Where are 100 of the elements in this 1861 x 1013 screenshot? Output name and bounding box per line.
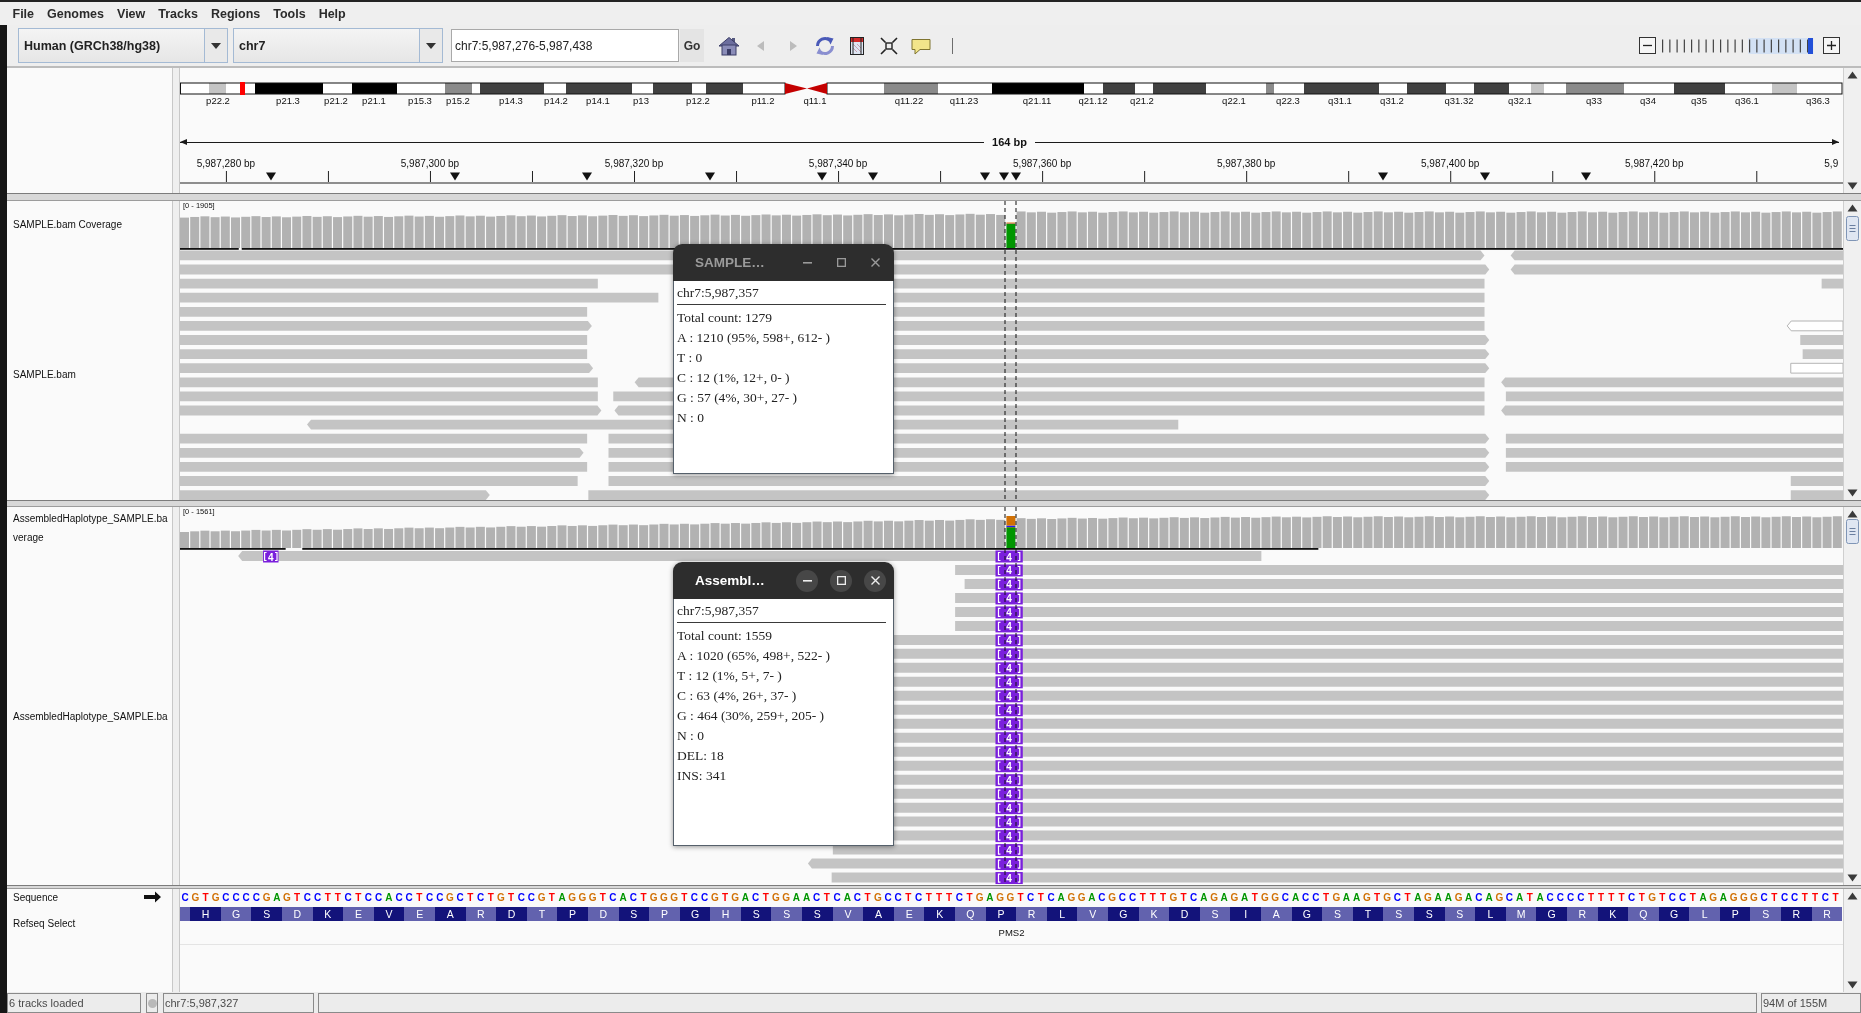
span-label: 164 bp	[991, 136, 1028, 148]
band-label: q31.2	[1380, 95, 1404, 107]
vertical-scrollbar[interactable]	[1843, 201, 1861, 500]
insertion-marker: 4	[995, 830, 1023, 843]
band-label: q11.22	[894, 95, 924, 107]
insertion-marker: 4	[995, 872, 1023, 885]
triangle-marker-icon	[582, 172, 592, 181]
ruler-label: 5,987,340 bp	[808, 158, 868, 170]
triangle-marker-icon	[450, 172, 460, 181]
triangle-marker-icon	[1378, 172, 1388, 181]
zoom-in-icon[interactable]	[1823, 37, 1840, 54]
scroll-down-icon[interactable]	[1847, 182, 1858, 190]
band-label: p11.2	[751, 95, 775, 107]
scroll-up-icon[interactable]	[1847, 71, 1858, 79]
popup-line: Total count: 1279	[677, 309, 774, 327]
chromosome-dropdown[interactable]: chr7	[233, 28, 443, 63]
maximize-icon	[836, 258, 846, 267]
insertion-marker: 4	[995, 620, 1023, 633]
window-title: SAMPLE…	[695, 255, 766, 270]
scroll-thumb[interactable]	[1846, 216, 1859, 241]
popup-locus: chr7:5,987,357	[677, 284, 760, 302]
band-label: p15.2	[446, 95, 470, 107]
insertion-marker: 4	[995, 676, 1023, 689]
amino-acid-track: H G S D K E V E A R D T P D S P G H S S S V A E K Q P R L V G K D S I A G S T S S S L M G R K Q G L P S R R	[180, 907, 1843, 921]
popup-line: C : 63 (4%, 26+, 37- )	[677, 687, 798, 705]
insertion-marker: 4	[995, 550, 1023, 563]
locus-field[interactable]: chr7:5,987,276-5,987,438	[451, 29, 679, 62]
triangle-marker-icon	[999, 172, 1009, 181]
band-label: q36.1	[1735, 95, 1759, 107]
vertical-scrollbar[interactable]	[1843, 68, 1861, 193]
insertion-marker: 4	[995, 788, 1023, 801]
band-label: q11.23	[949, 95, 979, 107]
band-label: q36.3	[1806, 95, 1830, 107]
insertion-marker: 4	[263, 550, 279, 563]
ruler-label: 5,987,360 bp	[1012, 158, 1072, 170]
insertion-marker: 4	[995, 844, 1023, 857]
scroll-down-icon[interactable]	[1847, 489, 1858, 497]
scroll-up-icon[interactable]	[1847, 892, 1858, 900]
band-label: q33	[1586, 95, 1602, 107]
track-name: SAMPLE.bam	[13, 367, 76, 382]
insertion-marker: 4	[995, 606, 1023, 619]
triangle-marker-icon	[868, 172, 878, 181]
insertion-marker: 4	[995, 662, 1023, 675]
close-button[interactable]	[864, 569, 886, 592]
band-label: p21.2	[324, 95, 348, 107]
vertical-scrollbar[interactable]	[1843, 889, 1861, 992]
go-button[interactable]: Go	[680, 29, 704, 62]
vertical-scrollbar[interactable]	[1843, 507, 1861, 885]
triangle-marker-icon	[266, 172, 276, 181]
menu-item[interactable]: Tracks	[151, 6, 205, 21]
insertion-marker: 4	[995, 578, 1023, 591]
home-icon[interactable]	[717, 34, 741, 57]
popup-line: G : 464 (30%, 259+, 205- )	[677, 707, 826, 725]
band-label: q21.11	[1022, 95, 1052, 107]
right-arrow-icon[interactable]	[143, 890, 162, 904]
band-label: q11.1	[803, 95, 827, 107]
zoom-out-icon[interactable]	[1639, 37, 1656, 54]
ruler-label: 5,987,300 bp	[400, 158, 460, 170]
triangle-marker-icon	[1480, 172, 1490, 181]
scroll-down-icon[interactable]	[1847, 981, 1858, 989]
band-label: q22.3	[1276, 95, 1300, 107]
band-label: p12.2	[686, 95, 710, 107]
menu-item[interactable]: Regions	[204, 6, 267, 21]
band-label: q31.32	[1444, 95, 1474, 107]
chromosome-ideogram[interactable]	[180, 82, 1843, 95]
menu-item[interactable]: Tools	[266, 6, 313, 21]
band-label: p22.2	[206, 95, 230, 107]
band-label: q35	[1691, 95, 1707, 107]
scroll-up-icon[interactable]	[1847, 204, 1858, 212]
minimize-button[interactable]	[796, 569, 818, 592]
refresh-icon[interactable]	[813, 34, 837, 57]
insertion-marker: 4	[995, 746, 1023, 759]
collapse-arrows-icon[interactable]	[877, 34, 901, 57]
insertion-marker: 4	[995, 592, 1023, 605]
popup-line: INS: 341	[677, 767, 728, 785]
band-label: p21.3	[276, 95, 300, 107]
popup-line: G : 57 (4%, 30+, 27- )	[677, 389, 799, 407]
insertion-marker: 4	[995, 774, 1023, 787]
insertion-marker: 4	[995, 564, 1023, 577]
menu-item[interactable]: Help	[312, 6, 353, 21]
band-label: q22.1	[1222, 95, 1246, 107]
menu-item[interactable]: File	[6, 6, 41, 21]
ruler-label: 5,987,280 bp	[196, 158, 256, 170]
zoom-slider-thumb[interactable]	[1808, 37, 1813, 54]
genome-dropdown[interactable]: Human (GRCh38/hg38)	[18, 28, 228, 63]
caret-icon	[426, 42, 436, 49]
status-memory: 94M of 155M	[1761, 993, 1861, 1013]
insertion-marker: 4	[995, 690, 1023, 703]
menu-item[interactable]: Genomes	[40, 6, 111, 21]
gene-label: PMS2	[998, 927, 1025, 938]
close-icon	[870, 258, 880, 267]
scroll-thumb[interactable]	[1846, 519, 1859, 544]
band-label: p21.1	[362, 95, 386, 107]
status-message: 6 tracks loaded	[7, 993, 141, 1013]
menu-item[interactable]: View	[110, 6, 152, 21]
band-label: p14.2	[544, 95, 568, 107]
scroll-down-icon[interactable]	[1847, 874, 1858, 882]
insertion-marker: 4	[995, 802, 1023, 815]
maximize-button[interactable]	[830, 569, 852, 592]
popup-line: N : 0	[677, 727, 705, 745]
